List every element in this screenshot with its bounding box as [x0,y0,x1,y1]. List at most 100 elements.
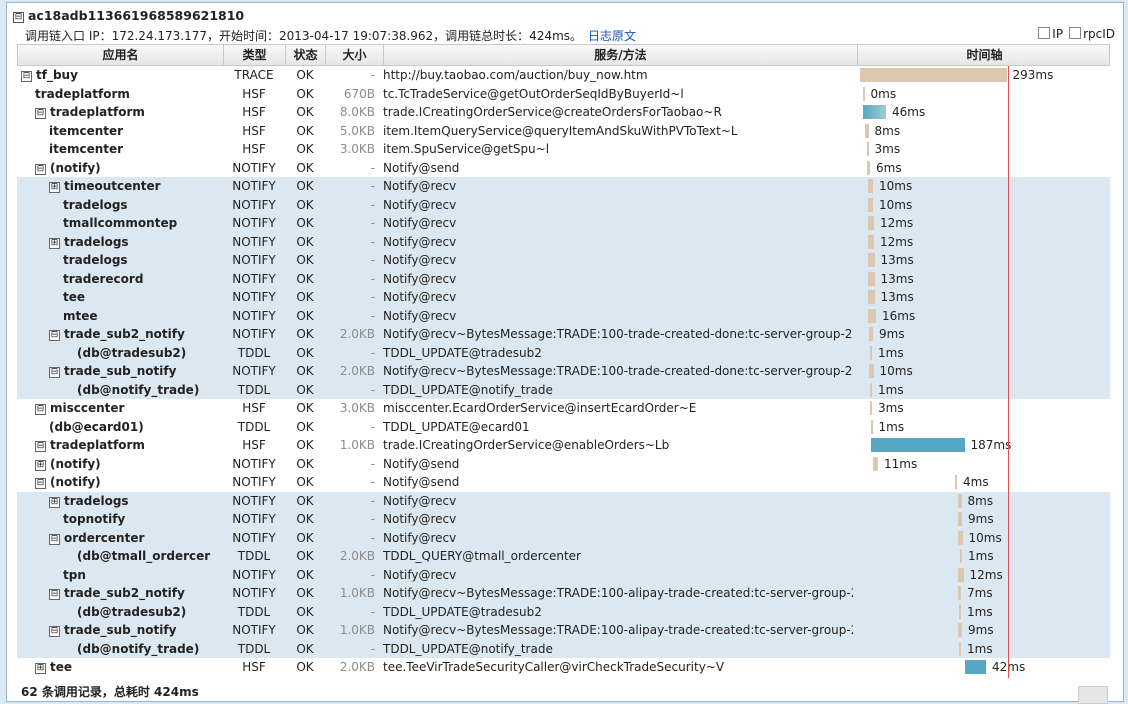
table-row[interactable]: ⊟ tradeplatform HSF OK 1.0KB trade.ICreatingO… [17,436,1110,455]
table-row[interactable]: ⊞ tradelogs NOTIFY OK - Notify@recv 12ms [17,232,1110,251]
timeline-bar[interactable] [860,68,1007,82]
timeline-bar[interactable] [959,604,961,619]
table-row[interactable]: ⊞ timeoutcenter NOTIFY OK - Notify@recv 10ms [17,177,1110,196]
table-row[interactable]: (db@notify_trade) TDDL OK - TDDL_UPDATE@noti… [17,639,1110,658]
service-cell: item.SpuService@getSpu~l [383,142,550,156]
timeline-bar[interactable] [955,475,957,489]
service-cell: item.ItemQueryService@queryItemAndSkuWit… [383,123,738,138]
duration-label: 12ms [969,567,1003,582]
timeline-bar[interactable] [868,216,874,230]
timeline-bar[interactable] [871,438,965,452]
log-link[interactable]: 日志原文 [588,29,636,43]
table-row[interactable]: ⊟ trade_sub_notify NOTIFY OK 1.0KB Notify@rec… [17,621,1110,640]
table-row[interactable]: tee NOTIFY OK - Notify@recv 13ms [17,288,1110,307]
table-row[interactable]: tradelogs NOTIFY OK - Notify@recv 13ms [17,251,1110,270]
collapse-toggle-icon[interactable]: ⊟ [35,163,46,175]
timeline-bar[interactable] [868,327,873,341]
timeline-bar[interactable] [957,586,961,600]
collapse-toggle-icon[interactable]: ⊟ [49,330,60,341]
timeline-bar[interactable] [957,512,962,526]
timeline-bar[interactable] [868,271,875,286]
ip-checkbox[interactable] [1038,27,1051,39]
table-row[interactable]: (db@notify_trade) TDDL OK - TDDL_UPDATE@noti… [17,380,1110,399]
timeline-bar[interactable] [868,197,873,212]
table-row[interactable]: traderecord NOTIFY OK - Notify@recv 13ms [17,269,1110,288]
table-row[interactable]: (db@tmall_ordercer TDDL OK 2.0KB TDDL_QUERY@… [17,547,1110,566]
collapse-toggle-icon[interactable]: ⊟ [35,404,46,415]
timeline-bar[interactable] [960,549,962,563]
timeline-bar[interactable] [868,179,873,193]
timeline-bar[interactable] [868,364,874,378]
timeline-bar[interactable] [863,105,886,119]
timeline-bar[interactable] [868,308,876,323]
timeline-bar[interactable] [957,623,962,637]
collapse-toggle-icon[interactable]: ⊟ [35,478,46,489]
table-row[interactable]: ⊟ trade_sub_notify NOTIFY OK 2.0KB Notify@rec… [17,362,1110,381]
expand-toggle-icon[interactable]: ⊞ [49,496,60,508]
table-row[interactable]: ⊟ trade_sub2_notify NOTIFY OK 1.0KB Notify@re… [17,584,1110,603]
timeline-bar[interactable] [870,401,872,415]
timeline-bar[interactable] [959,641,961,656]
expand-toggle-icon[interactable]: ⊞ [49,237,60,249]
col-type[interactable]: 类型 [224,45,286,65]
size-cell: - [370,179,375,193]
scroll-corner[interactable] [1078,686,1108,704]
status-cell: OK [296,308,314,323]
col-timeline[interactable]: 时间轴 [858,45,1111,65]
timeline-bar[interactable] [868,253,875,267]
table-row[interactable]: ⊟ tf_buy TRACE OK - http://buy.taobao.com/auc… [17,66,1110,85]
timeline-bar[interactable] [957,530,963,545]
col-size[interactable]: 大小 [326,45,384,65]
timeline-bar[interactable] [870,345,872,360]
timeline-bar[interactable] [965,660,986,674]
table-row[interactable]: mtee NOTIFY OK - Notify@recv 16ms [17,306,1110,325]
table-row[interactable]: (db@tradesub2) TDDL OK - TDDL_UPDATE@tradesu… [17,602,1110,621]
timeline-bar[interactable] [868,290,875,304]
table-row[interactable]: ⊞ tradelogs NOTIFY OK - Notify@recv 8ms [17,491,1110,510]
collapse-toggle-icon[interactable]: ⊟ [49,367,60,378]
collapse-toggle-icon[interactable]: ⊟ [49,626,60,637]
table-row[interactable]: (db@tradesub2) TDDL OK - TDDL_UPDATE@tradesu… [17,343,1110,362]
timeline-bar[interactable] [862,86,865,101]
table-row[interactable]: (db@ecard01) TDDL OK - TDDL_UPDATE@ecard01 1m… [17,418,1110,437]
table-row[interactable]: ⊟ trade_sub2_notify NOTIFY OK 2.0KB Notify@re… [17,325,1110,344]
expand-toggle-icon[interactable]: ⊞ [35,663,46,674]
collapse-toggle-icon[interactable]: ⊟ [49,589,60,600]
expand-toggle-icon[interactable]: ⊞ [35,459,46,471]
table-row[interactable]: ⊟ ordercenter NOTIFY OK - Notify@recv 10ms [17,528,1110,547]
table-row[interactable]: tpn NOTIFY OK - Notify@recv 12ms [17,565,1110,584]
timeline-bar[interactable] [957,493,962,508]
collapse-toggle-icon[interactable]: ⊟ [21,71,32,82]
service-cell: TDDL_UPDATE@tradesub2 [383,604,542,619]
timeline-bar[interactable] [864,123,869,138]
timeline-bar[interactable] [957,567,964,582]
type-cell: NOTIFY [232,586,276,600]
timeline-bar[interactable] [867,160,870,175]
table-row[interactable]: ⊟ tradeplatform HSF OK 8.0KB trade.ICreatingO… [17,103,1110,122]
col-name[interactable]: 应用名 [18,45,224,65]
collapse-toggle-icon[interactable]: ⊟ [49,533,60,545]
rpcid-checkbox[interactable] [1069,27,1082,39]
table-row[interactable]: itemcenter HSF OK 3.0KB item.SpuService@getS… [17,140,1110,159]
table-row[interactable]: ⊞ (notify) NOTIFY OK - Notify@send 11ms [17,455,1110,474]
timeline-bar[interactable] [870,419,873,434]
col-service[interactable]: 服务/方法 [384,45,858,65]
timeline-bar[interactable] [868,234,874,249]
expand-toggle-icon[interactable]: ⊞ [49,182,60,193]
timeline-bar[interactable] [870,382,872,397]
table-row[interactable]: ⊟ (notify) NOTIFY OK - Notify@send 6ms [17,159,1110,178]
table-row[interactable]: ⊟ misccenter HSF OK 3.0KB misccenter.EcardOrd… [17,399,1110,418]
collapse-toggle-icon[interactable]: ⊟ [35,108,46,119]
timeline-bar[interactable] [866,142,869,156]
table-row[interactable]: tmallcommontep NOTIFY OK - Notify@recv 12ms [17,214,1110,233]
table-row[interactable]: topnotify NOTIFY OK - Notify@recv 9ms [17,510,1110,529]
table-row[interactable]: itemcenter HSF OK 5.0KB item.ItemQueryServic… [17,122,1110,141]
collapse-toggle-icon[interactable]: ⊟ [35,441,46,452]
table-row[interactable]: tradeplatform HSF OK 670B tc.TcTradeService@… [17,85,1110,104]
collapse-trace-toggle[interactable]: ⊟ [13,12,24,23]
timeline-bar[interactable] [872,456,878,471]
col-status[interactable]: 状态 [286,45,326,65]
table-row[interactable]: ⊞ tee HSF OK 2.0KB tee.TeeVirTradeSecurityCal… [17,658,1110,677]
table-row[interactable]: ⊟ (notify) NOTIFY OK - Notify@send 4ms [17,473,1110,492]
table-row[interactable]: tradelogs NOTIFY OK - Notify@recv 10ms [17,195,1110,214]
